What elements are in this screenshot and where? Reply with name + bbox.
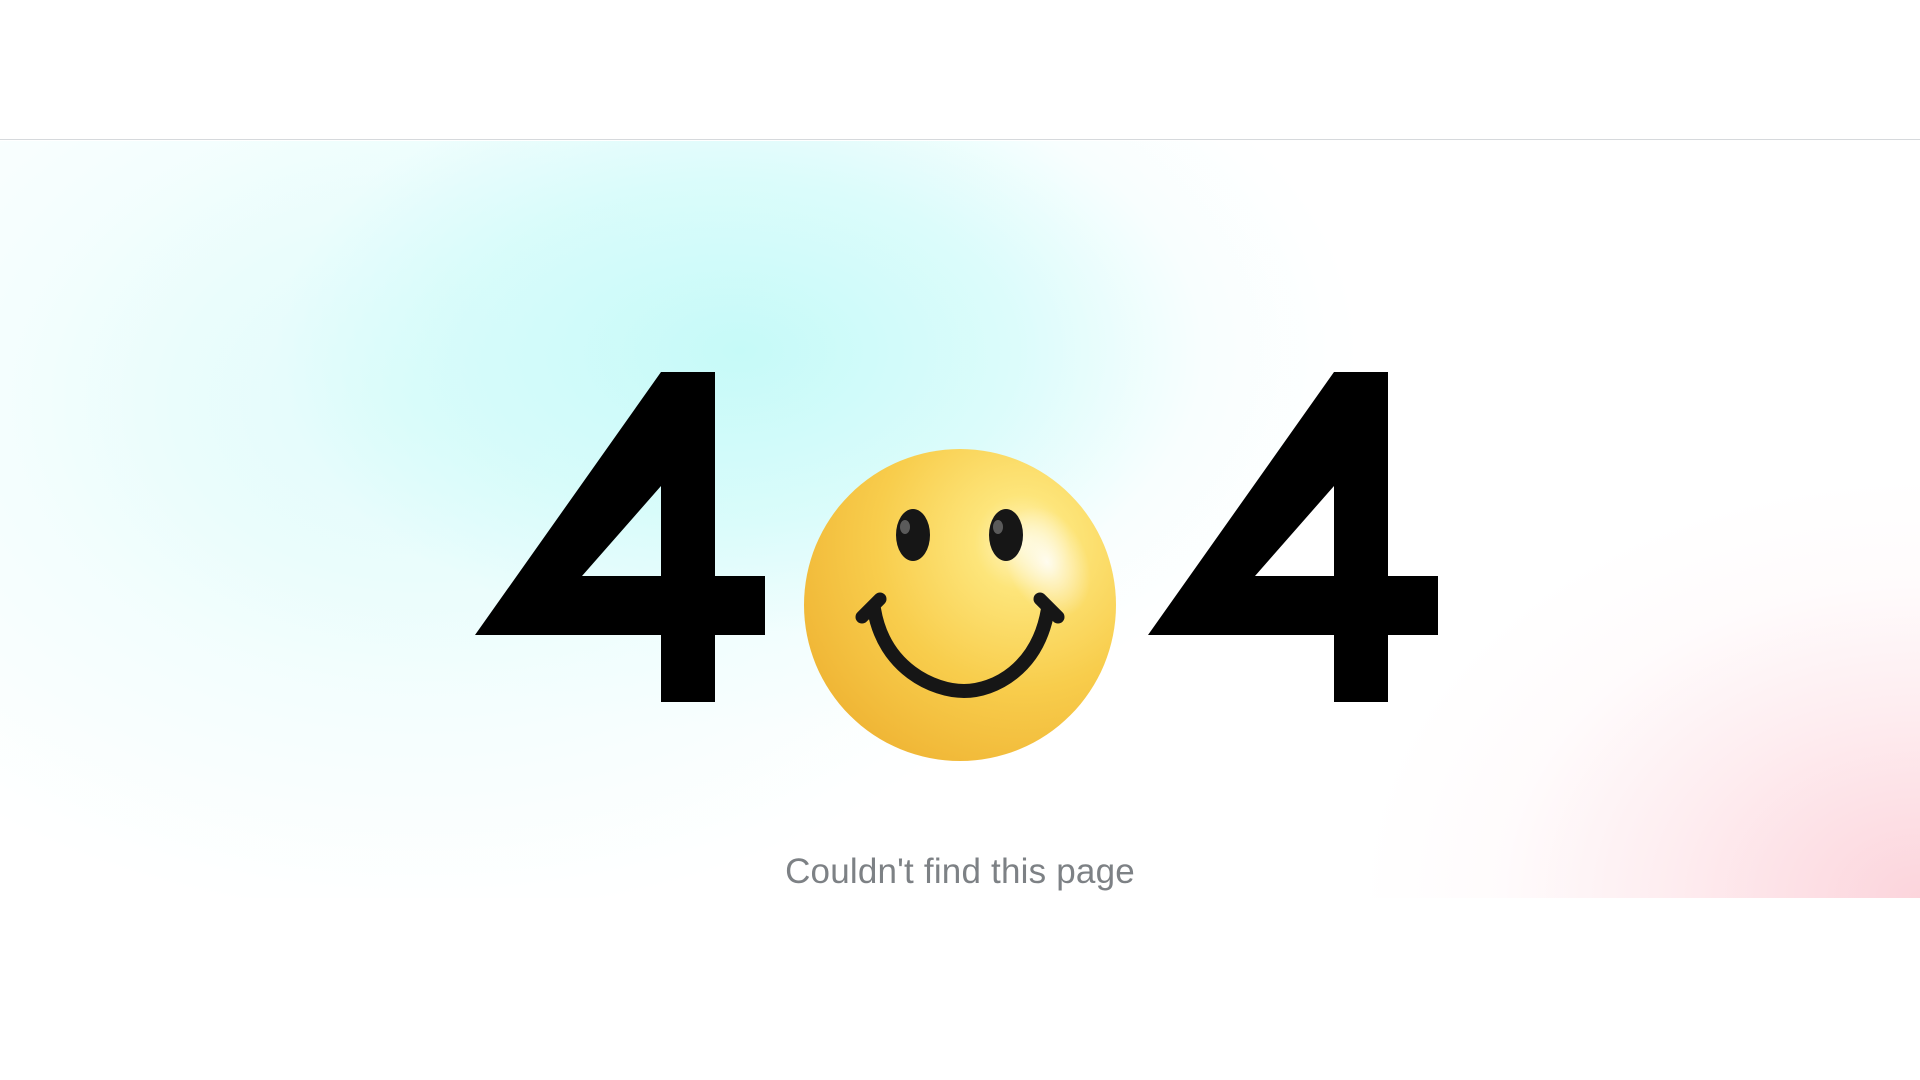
error-digit-left: 4 <box>475 372 775 732</box>
top-header-bar <box>0 0 1920 140</box>
smiley-face-icon <box>802 447 1118 763</box>
error-digit-right: 4 <box>1148 372 1448 732</box>
error-message: Couldn't find this page <box>785 852 1135 891</box>
